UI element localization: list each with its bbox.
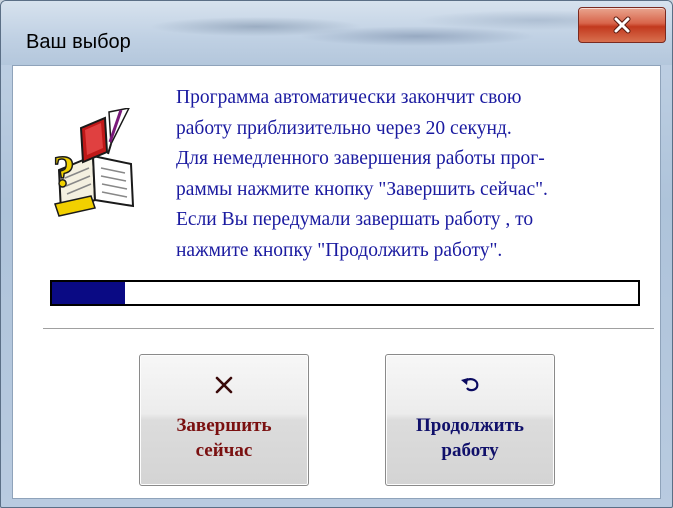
dialog-window: Ваш выбор ? Программа автоматически зако… [0, 0, 673, 508]
continue-work-label: Продолжить работу [386, 413, 554, 463]
message-line: Для немедленного завершения работы прог- [176, 148, 545, 169]
finish-now-label-line1: Завершить [176, 415, 272, 436]
progress-fill [52, 282, 126, 304]
svg-text:?: ? [53, 147, 75, 196]
message-line: Программа автоматически закончит свою [176, 87, 522, 108]
book-quill-question-icon: ? [51, 106, 141, 218]
finish-now-button[interactable]: Завершить сейчас [139, 354, 309, 486]
countdown-message: Программа автоматически закончит свою ра… [176, 83, 646, 266]
title-bar[interactable]: Ваш выбор [1, 1, 672, 65]
close-icon [611, 16, 633, 34]
dialog-body: ? Программа автоматически закончит свою … [12, 65, 661, 499]
finish-now-label: Завершить сейчас [140, 413, 308, 463]
undo-arrow-icon [386, 367, 554, 403]
window-title: Ваш выбор [26, 31, 131, 53]
cross-icon [140, 367, 308, 403]
finish-now-label-line2: сейчас [195, 440, 253, 461]
countdown-progress-bar [50, 280, 640, 306]
continue-work-button[interactable]: Продолжить работу [385, 354, 555, 486]
continue-work-label-line2: работу [441, 440, 499, 461]
message-line: Если Вы передумали завершать работу , то [176, 209, 534, 230]
message-line: раммы нажмите кнопку "Завершить сейчас". [176, 178, 548, 200]
close-button[interactable] [578, 7, 666, 43]
continue-work-label-line1: Продолжить [416, 415, 524, 436]
message-line: работу приблизительно через 20 секунд. [176, 117, 512, 139]
message-line: нажмите кнопку "Продолжить работу". [176, 239, 503, 261]
divider [43, 328, 654, 330]
